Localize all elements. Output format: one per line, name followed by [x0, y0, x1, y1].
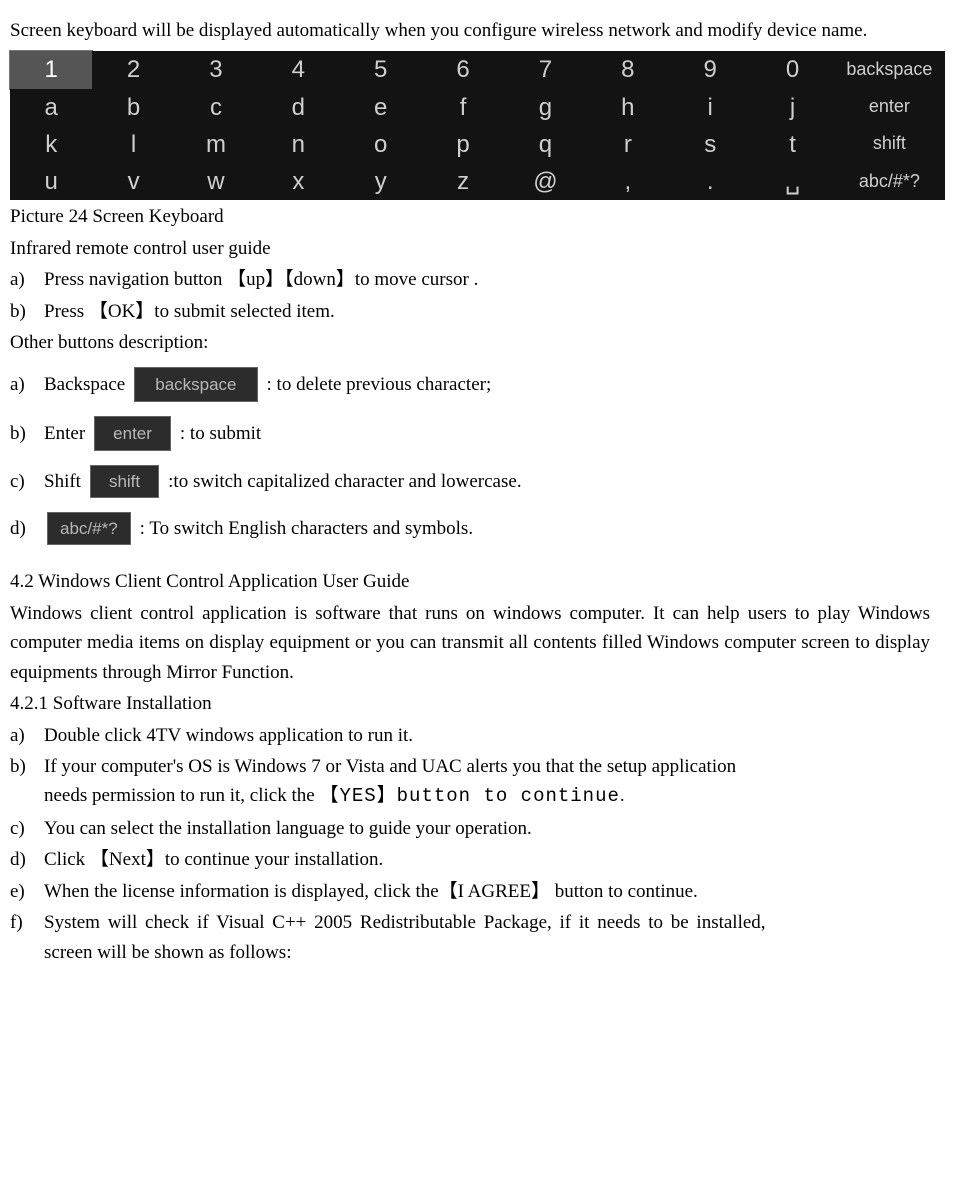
key-3[interactable]: 3 [175, 51, 257, 88]
key-f[interactable]: f [422, 89, 504, 126]
section-4-2-title: 4.2 Windows Client Control Application U… [10, 567, 930, 596]
shift-chip-icon: shift [90, 465, 159, 498]
key-period[interactable]: . [669, 163, 751, 200]
ir-step-b: Press 【OK】to submit selected item. [44, 297, 930, 326]
list-marker: c) [10, 467, 38, 496]
key-j[interactable]: j [751, 89, 833, 126]
install-step-b-line1: If your computer's OS is Windows 7 or Vi… [44, 756, 736, 777]
key-c[interactable]: c [175, 89, 257, 126]
shift-label: Shift [44, 467, 81, 496]
backspace-desc: : to delete previous character; [267, 370, 492, 399]
key-1[interactable]: 1 [10, 51, 92, 88]
keyboard-row-2: a b c d e f g h i j enter [10, 89, 945, 126]
key-n[interactable]: n [257, 126, 339, 163]
install-step-b-pre: needs permission to run it, click the [44, 785, 319, 806]
key-q[interactable]: q [504, 126, 586, 163]
key-u[interactable]: u [10, 163, 92, 200]
key-l[interactable]: l [92, 126, 174, 163]
key-p[interactable]: p [422, 126, 504, 163]
install-step-f-line2: screen will be shown as follows: [44, 942, 291, 963]
key-r[interactable]: r [587, 126, 669, 163]
key-backspace[interactable]: backspace [834, 51, 945, 88]
key-h[interactable]: h [587, 89, 669, 126]
install-step-f-line1: System will check if Visual C++ 2005 Red… [44, 912, 766, 933]
install-step-c: You can select the installation language… [44, 814, 930, 843]
backspace-chip-icon: backspace [134, 367, 257, 402]
list-marker: b) [10, 297, 38, 326]
intro-paragraph: Screen keyboard will be displayed automa… [10, 16, 930, 45]
install-step-d: Click 【Next】to continue your installatio… [44, 845, 930, 874]
section-4-2-1-title: 4.2.1 Software Installation [10, 689, 930, 718]
shift-desc: :to switch capitalized character and low… [168, 467, 521, 496]
key-a[interactable]: a [10, 89, 92, 126]
key-9[interactable]: 9 [669, 51, 751, 88]
install-step-b-post: . [620, 785, 625, 806]
section-4-2-paragraph: Windows client control application is so… [10, 599, 930, 687]
key-k[interactable]: k [10, 126, 92, 163]
key-8[interactable]: 8 [587, 51, 669, 88]
keyboard-row-4: u v w x y z @ , . ␣ abc/#*? [10, 163, 945, 200]
keyboard-row-3: k l m n o p q r s t shift [10, 126, 945, 163]
key-v[interactable]: v [92, 163, 174, 200]
key-o[interactable]: o [340, 126, 422, 163]
key-0[interactable]: 0 [751, 51, 833, 88]
key-enter[interactable]: enter [834, 89, 945, 126]
install-step-e: When the license information is displaye… [44, 877, 930, 906]
key-x[interactable]: x [257, 163, 339, 200]
list-marker: d) [10, 845, 38, 874]
key-space[interactable]: ␣ [751, 163, 833, 200]
enter-chip-icon: enter [94, 416, 171, 451]
key-s[interactable]: s [669, 126, 751, 163]
key-i[interactable]: i [669, 89, 751, 126]
install-step-a: Double click 4TV windows application to … [44, 721, 930, 750]
backspace-label: Backspace [44, 370, 125, 399]
install-step-b-mono: 【YES】button to continue [319, 785, 619, 807]
key-w[interactable]: w [175, 163, 257, 200]
key-6[interactable]: 6 [422, 51, 504, 88]
screen-keyboard: 1 2 3 4 5 6 7 8 9 0 backspace a b c d e … [10, 51, 945, 200]
enter-label: Enter [44, 419, 85, 448]
key-d[interactable]: d [257, 89, 339, 126]
list-marker: e) [10, 877, 38, 906]
list-marker: b) [10, 752, 38, 781]
list-marker: f) [10, 908, 38, 937]
key-7[interactable]: 7 [504, 51, 586, 88]
list-marker: a) [10, 721, 38, 750]
key-g[interactable]: g [504, 89, 586, 126]
key-comma[interactable]: , [587, 163, 669, 200]
key-y[interactable]: y [340, 163, 422, 200]
key-mode-switch[interactable]: abc/#*? [834, 163, 945, 200]
list-marker: c) [10, 814, 38, 843]
list-marker: d) [10, 514, 38, 543]
install-step-f: System will check if Visual C++ 2005 Red… [44, 908, 930, 967]
keyboard-caption: Picture 24 Screen Keyboard [10, 202, 930, 231]
key-2[interactable]: 2 [92, 51, 174, 88]
ir-step-a: Press navigation button 【up】【down】to mov… [44, 265, 930, 294]
mode-switch-desc: : To switch English characters and symbo… [140, 514, 473, 543]
key-m[interactable]: m [175, 126, 257, 163]
key-t[interactable]: t [751, 126, 833, 163]
key-e[interactable]: e [340, 89, 422, 126]
key-z[interactable]: z [422, 163, 504, 200]
enter-desc: : to submit [180, 419, 261, 448]
other-buttons-title: Other buttons description: [10, 328, 930, 357]
list-marker: a) [10, 265, 38, 294]
key-5[interactable]: 5 [340, 51, 422, 88]
list-marker: a) [10, 370, 38, 399]
key-b[interactable]: b [92, 89, 174, 126]
keyboard-row-1: 1 2 3 4 5 6 7 8 9 0 backspace [10, 51, 945, 88]
list-marker: b) [10, 419, 38, 448]
key-at[interactable]: @ [504, 163, 586, 200]
key-shift[interactable]: shift [834, 126, 945, 163]
install-step-b: If your computer's OS is Windows 7 or Vi… [44, 752, 930, 812]
key-4[interactable]: 4 [257, 51, 339, 88]
mode-switch-chip-icon: abc/#*? [47, 512, 131, 545]
ir-guide-title: Infrared remote control user guide [10, 234, 930, 263]
